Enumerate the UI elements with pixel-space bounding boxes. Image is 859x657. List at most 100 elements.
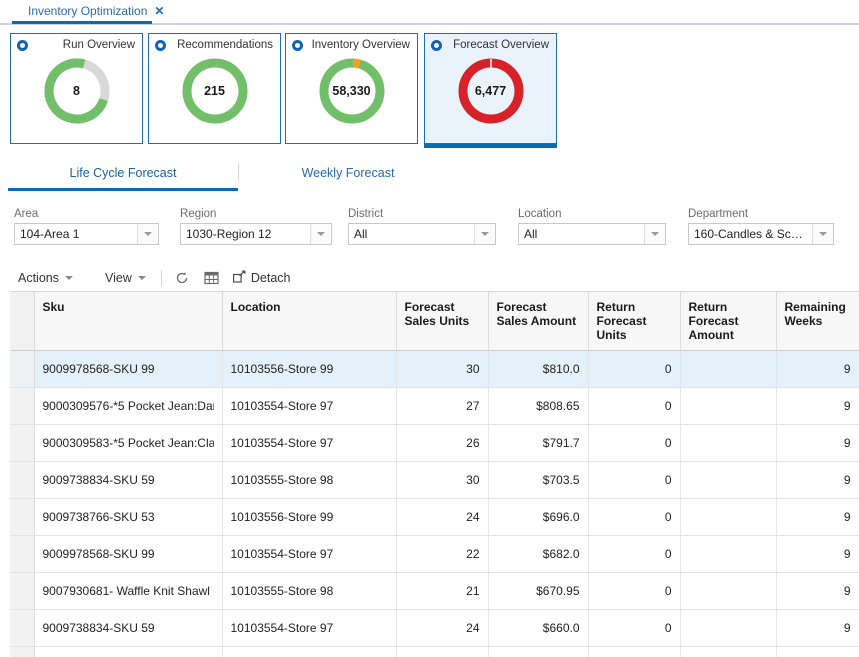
column-header-location[interactable]: Location (222, 292, 396, 351)
row-select-cell[interactable] (10, 388, 34, 425)
cell-location: 10103554-Store 97 (222, 425, 396, 462)
row-select-cell[interactable] (10, 573, 34, 610)
cell-return-forecast-units: 0 (588, 425, 680, 462)
column-header-remaining-weeks[interactable]: Remaining Weeks (776, 292, 859, 351)
column-header-return-forecast-units[interactable]: Return Forecast Units (588, 292, 680, 351)
department-dropdown[interactable]: 160-Candles & Scent ... (688, 223, 834, 245)
filter-label: Department (688, 208, 834, 220)
actions-menu-button[interactable]: Actions (12, 267, 79, 289)
kpi-card-value: 8 (41, 55, 113, 127)
donut-chart: 6,477 (455, 55, 527, 127)
chevron-down-icon[interactable] (310, 224, 331, 244)
table-row[interactable]: 9009978568-SKU 99 10103554-Store 97 22 $… (10, 536, 859, 573)
cell-sku: 9009978568-SKU 99 (34, 351, 222, 388)
cell-forecast-sales-amount: $703.5 (488, 462, 588, 499)
area-dropdown[interactable]: 104-Area 1 (14, 223, 159, 245)
column-header-sku[interactable]: Sku (34, 292, 222, 351)
cell-remaining-weeks: 9 (776, 573, 859, 610)
view-menu-button[interactable]: View (99, 267, 152, 289)
kpi-card-run-overview[interactable]: Run Overview 8 (10, 33, 143, 144)
cell-sku: 9000309576-*5 Pocket Jean:Dark Wash (34, 388, 222, 425)
filter-label: Location (518, 208, 666, 220)
table-row[interactable]: 9007930681- Waffle Knit Shawl Collar 101… (10, 573, 859, 610)
column-header-forecast-sales-units[interactable]: Forecast Sales Units (396, 292, 488, 351)
kpi-card-header: Recommendations (149, 34, 280, 51)
cell-location: 10103554-Store 97 (222, 610, 396, 647)
table-row[interactable]: 9009738834-SKU 59 10103555-Store 98 30 $… (10, 462, 859, 499)
radio-icon[interactable] (292, 40, 303, 51)
tab-inventory-optimization[interactable]: Inventory Optimization ✕ (20, 0, 172, 21)
filter-department: Department 160-Candles & Scent ... (688, 208, 834, 245)
cell-remaining-weeks: 9 (776, 425, 859, 462)
kpi-card-forecast-overview[interactable]: Forecast Overview 6,477 (424, 33, 557, 144)
column-header-return-forecast-amount[interactable]: Return Forecast Amount (680, 292, 776, 351)
cell-forecast-sales-amount: $696.0 (488, 499, 588, 536)
cell-return-forecast-amount (680, 425, 776, 462)
cell-location: 10103554-Store 97 (222, 536, 396, 573)
column-header-forecast-sales-amount[interactable]: Forecast Sales Amount (488, 292, 588, 351)
inventory-optimization-app: Inventory Optimization ✕ Run Overview 8 (0, 0, 859, 657)
cell-return-forecast-amount (680, 499, 776, 536)
row-select-cell[interactable] (10, 425, 34, 462)
chevron-down-icon[interactable] (812, 224, 833, 244)
radio-icon[interactable] (17, 40, 28, 51)
refresh-icon[interactable] (171, 268, 193, 288)
row-select-cell[interactable] (10, 610, 34, 647)
close-icon[interactable]: ✕ (154, 5, 164, 17)
cell-return-forecast-units: 0 (588, 610, 680, 647)
row-select-header (10, 292, 34, 351)
region-dropdown[interactable]: 1030-Region 12 (180, 223, 332, 245)
chevron-down-icon[interactable] (644, 224, 665, 244)
row-select-cell[interactable] (10, 647, 34, 657)
cell-remaining-weeks (776, 647, 859, 657)
radio-icon[interactable] (155, 40, 166, 51)
cell-sku: 9009978568-SKU 99 (34, 536, 222, 573)
cell-sku: 9009738766-SKU 53 (34, 499, 222, 536)
donut-chart: 215 (179, 55, 251, 127)
kpi-card-recommendations[interactable]: Recommendations 215 (148, 33, 281, 144)
cell-location: 10103555-Store 98 (222, 462, 396, 499)
forecast-table: Sku Location Forecast Sales Units Foreca… (10, 292, 859, 657)
filter-location: Location All (518, 208, 666, 245)
cell-sku: 9007930681- Waffle Knit Shawl Collar (34, 573, 222, 610)
cell-forecast-sales-amount: $808.65 (488, 388, 588, 425)
chevron-down-icon (138, 276, 146, 280)
kpi-card-value: 6,477 (455, 55, 527, 127)
table-row[interactable]: 9000309576-*5 Pocket Jean:Dark Wash 1010… (10, 388, 859, 425)
kpi-card-title: Inventory Overview (312, 39, 410, 51)
filter-value: 1030-Region 12 (181, 227, 310, 241)
cell-forecast-sales-amount (488, 647, 588, 657)
row-select-cell[interactable] (10, 351, 34, 388)
cell-return-forecast-units: 0 (588, 351, 680, 388)
row-select-cell[interactable] (10, 499, 34, 536)
table-row[interactable]: 9009738766-SKU 53 10103556-Store 99 24 $… (10, 499, 859, 536)
grid-icon[interactable] (201, 268, 223, 288)
toolbar-divider (161, 270, 162, 287)
location-dropdown[interactable]: All (518, 223, 666, 245)
row-select-cell[interactable] (10, 462, 34, 499)
browser-tab-strip: Inventory Optimization ✕ (0, 0, 859, 25)
table-row[interactable]: 9009738834-SKU 59 10103554-Store 97 24 $… (10, 610, 859, 647)
chevron-down-icon[interactable] (137, 224, 158, 244)
chevron-down-icon[interactable] (474, 224, 495, 244)
row-select-cell[interactable] (10, 536, 34, 573)
table-row[interactable]: 9000309583-*5 Pocket Jean:Classic 101035… (10, 425, 859, 462)
forecast-data-grid[interactable]: Sku Location Forecast Sales Units Foreca… (10, 291, 859, 657)
table-row[interactable] (10, 647, 859, 657)
kpi-card-inventory-overview[interactable]: Inventory Overview 58,330 (285, 33, 418, 144)
district-dropdown[interactable]: All (348, 223, 496, 245)
cell-forecast-sales-amount: $670.95 (488, 573, 588, 610)
detach-button[interactable]: Detach (233, 270, 291, 286)
cell-location: 10103555-Store 98 (222, 573, 396, 610)
cell-return-forecast-amount (680, 647, 776, 657)
kpi-card-title: Forecast Overview (453, 39, 549, 51)
cell-forecast-sales-amount: $660.0 (488, 610, 588, 647)
table-row[interactable]: 9009978568-SKU 99 10103556-Store 99 30 $… (10, 351, 859, 388)
table-header-row: Sku Location Forecast Sales Units Foreca… (10, 292, 859, 351)
tab-life-cycle-forecast[interactable]: Life Cycle Forecast (8, 160, 238, 186)
kpi-card-selected-indicator (424, 144, 557, 148)
cell-return-forecast-units: 0 (588, 573, 680, 610)
cell-return-forecast-units: 0 (588, 462, 680, 499)
radio-icon[interactable] (431, 40, 442, 51)
tab-weekly-forecast[interactable]: Weekly Forecast (239, 160, 457, 186)
